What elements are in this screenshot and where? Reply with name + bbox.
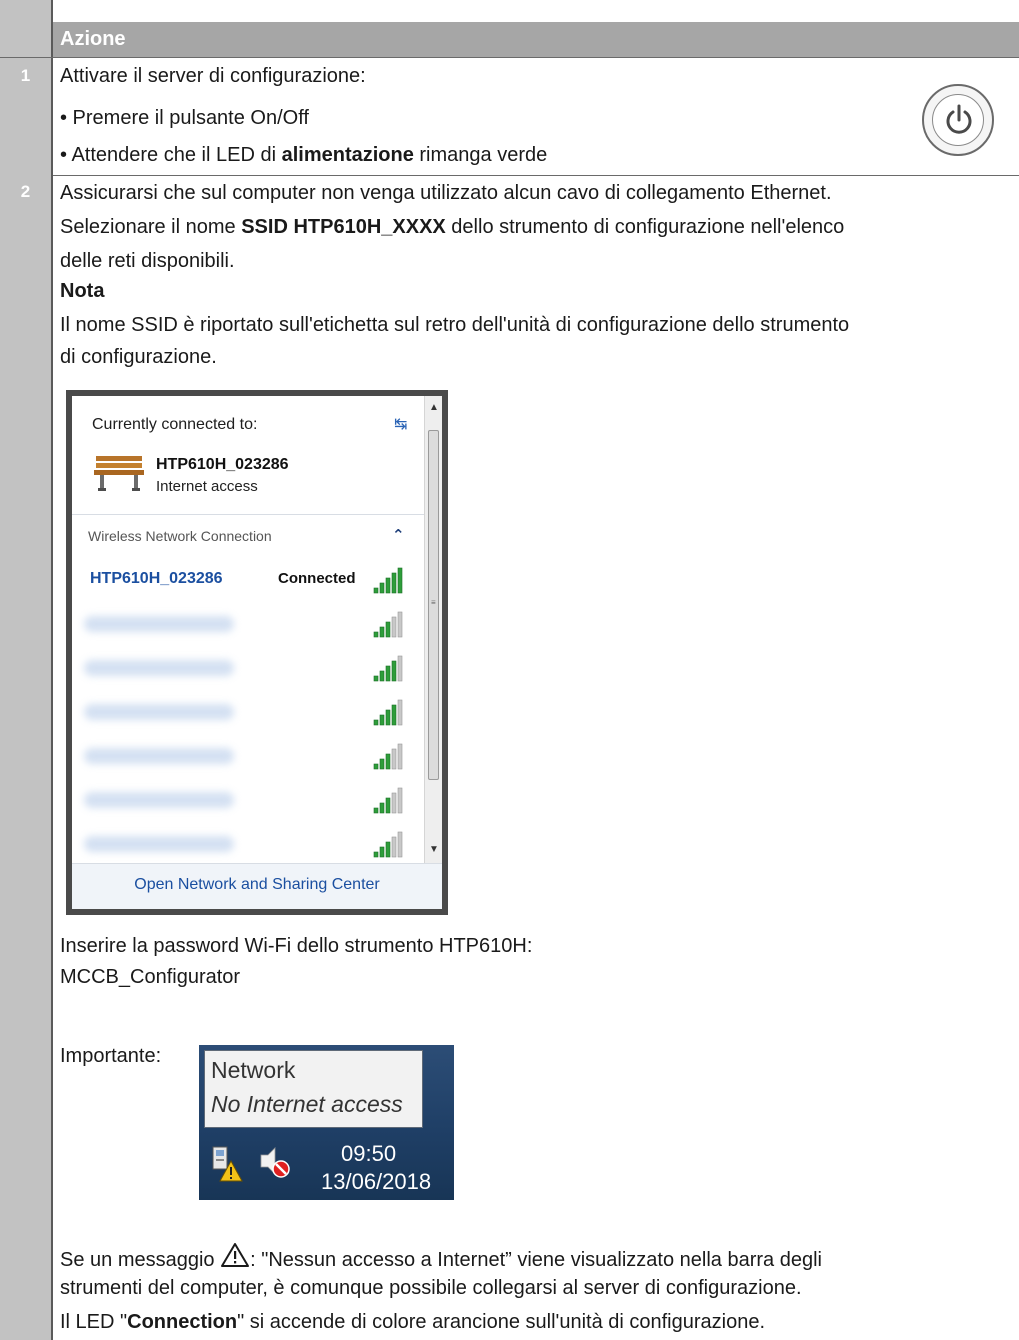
scroll-thumb[interactable]: ≡ — [428, 430, 439, 780]
clock-time[interactable]: 09:50 — [341, 1141, 396, 1167]
network-name-blurred — [84, 836, 234, 852]
network-name-blurred — [84, 660, 234, 676]
signal-bars-icon — [373, 567, 403, 594]
currently-connected-label: Currently connected to: — [92, 416, 258, 433]
header-title: Azione — [60, 28, 126, 50]
note-line-2: di configurazione. — [60, 346, 217, 368]
clock-date[interactable]: 13/06/2018 — [321, 1169, 431, 1195]
important-label: Importante: — [60, 1045, 162, 1067]
network-name-blurred — [84, 792, 234, 808]
message-line-2: strumenti del computer, è comunque possi… — [60, 1277, 802, 1299]
document-page: Azione 1 Attivare il server di configura… — [0, 0, 1019, 1340]
power-button-icon — [946, 104, 972, 134]
popup-divider — [72, 514, 424, 515]
open-network-sharing-link[interactable]: Open Network and Sharing Center — [72, 876, 442, 894]
network-name-blurred — [84, 704, 234, 720]
network-popup-screenshot: Currently connected to: ↹ HTP610H_023286… — [66, 390, 448, 915]
signal-bars-icon — [373, 655, 403, 682]
signal-bars-icon — [373, 743, 403, 770]
password-line-1: Inserire la password Wi-Fi dello strumen… — [60, 935, 533, 957]
wireless-section-label: Wireless Network Connection — [88, 528, 272, 544]
network-status: Connected — [278, 570, 356, 587]
network-item[interactable] — [72, 648, 424, 688]
chevron-up-icon[interactable]: ⌃ — [392, 526, 405, 544]
message-line-1: Se un messaggio : "Nessun accesso a Inte… — [60, 1242, 822, 1275]
tooltip-status: No Internet access — [211, 1091, 403, 1117]
power-button-image — [922, 84, 994, 156]
step1-intro: Attivare il server di configurazione: — [60, 65, 366, 87]
signal-bars-icon — [373, 611, 403, 638]
network-name-blurred — [84, 616, 234, 632]
network-item[interactable] — [72, 692, 424, 732]
current-ssid: HTP610H_023286 — [156, 456, 289, 473]
scroll-down-icon[interactable]: ▼ — [429, 844, 439, 855]
step2-line-2: Selezionare il nome SSID HTP610H_XXXX de… — [60, 216, 845, 238]
network-item[interactable] — [72, 604, 424, 644]
note-line-1: Il nome SSID è riportato sull'etichetta … — [60, 314, 850, 336]
network-item[interactable]: HTP610H_023286 Connected — [72, 560, 424, 600]
step2-line-3: delle reti disponibili. — [60, 250, 235, 272]
network-name[interactable]: HTP610H_023286 — [90, 570, 223, 588]
network-item[interactable] — [72, 780, 424, 820]
network-warning-icon[interactable] — [209, 1145, 243, 1185]
step1-bullet-1: • Premere il pulsante On/Off — [60, 107, 309, 129]
network-tooltip: Network No Internet access — [204, 1050, 423, 1128]
step2-line-1: Assicurarsi che sul computer non venga u… — [60, 182, 832, 204]
password-value: MCCB_Configurator — [60, 966, 241, 988]
step1-bullet-2: • Attendere che il LED di alimentazione … — [60, 144, 548, 166]
led-connection-line: Il LED "Connection" si accende di colore… — [60, 1311, 766, 1333]
header-separator — [0, 57, 1019, 58]
popup-scrollbar[interactable]: ▲ ≡ ▼ — [424, 396, 442, 863]
scroll-up-icon[interactable]: ▲ — [429, 402, 439, 413]
row-separator — [53, 175, 1019, 176]
table-header — [53, 22, 1019, 57]
warning-triangle-icon — [221, 1243, 250, 1267]
row-number-1: 1 — [20, 66, 31, 85]
taskbar-screenshot: Network No Internet access 09:50 13/06/2… — [199, 1045, 454, 1200]
speaker-muted-icon[interactable] — [259, 1145, 291, 1181]
column-divider — [51, 0, 53, 1340]
tooltip-title: Network — [211, 1057, 296, 1083]
signal-bars-icon — [373, 787, 403, 814]
network-item[interactable] — [72, 824, 424, 864]
signal-bars-icon — [373, 831, 403, 858]
network-name-blurred — [84, 748, 234, 764]
current-access-status: Internet access — [156, 478, 258, 495]
sync-icon[interactable]: ↹ — [394, 414, 407, 434]
network-item[interactable] — [72, 736, 424, 776]
bench-network-icon — [94, 456, 144, 491]
signal-bars-icon — [373, 699, 403, 726]
note-title: Nota — [60, 280, 105, 302]
row-number-2: 2 — [20, 182, 31, 201]
popup-footer: Open Network and Sharing Center — [72, 863, 442, 909]
